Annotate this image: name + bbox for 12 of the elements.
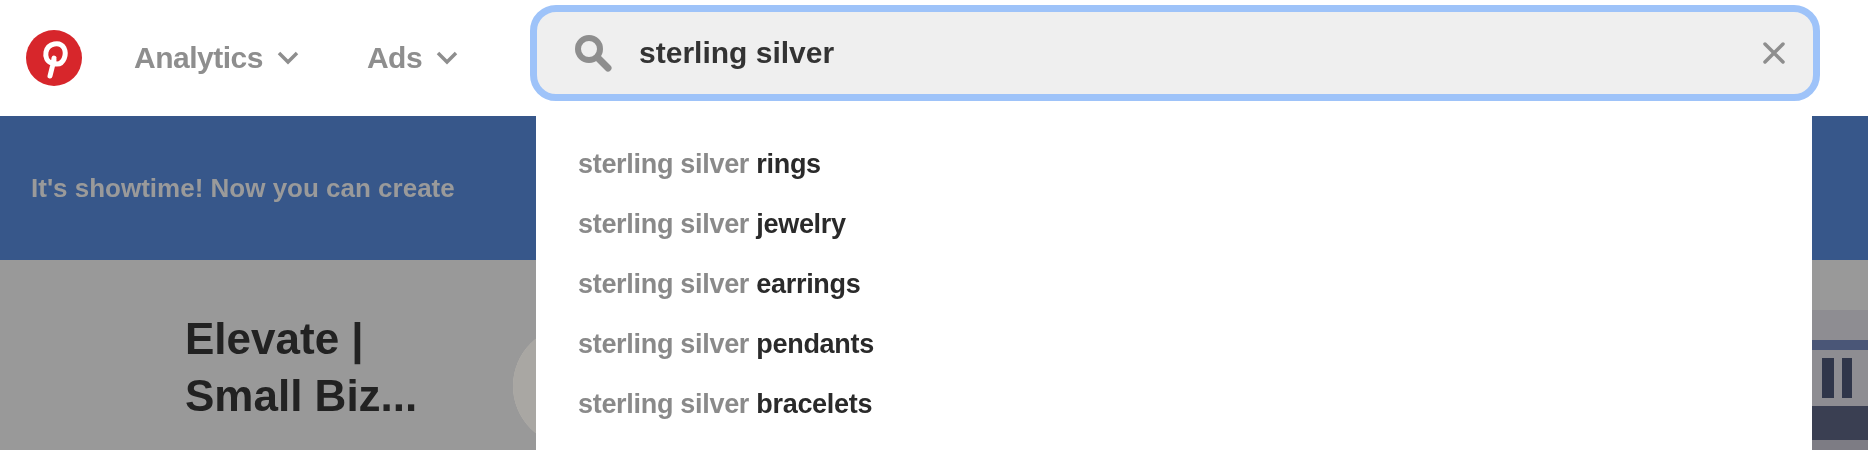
search-suggestion[interactable]: sterling silver earrings [578, 254, 1812, 314]
card-title: Elevate | Small Biz... [185, 313, 419, 423]
search-suggestion[interactable]: sterling silver bracelets [578, 374, 1812, 434]
search-bar[interactable]: sterling silver [530, 5, 1821, 101]
banner-text: It's showtime! Now you can create [31, 172, 455, 204]
pinterest-logo[interactable] [26, 30, 82, 86]
search-suggestion[interactable]: sterling silver jewelry [578, 194, 1812, 254]
search-field[interactable]: sterling silver [639, 36, 1738, 70]
search-suggestion[interactable]: sterling silver rings [578, 134, 1812, 194]
close-icon[interactable] [1763, 42, 1786, 64]
search-suggestion[interactable]: sterling silver pendants [578, 314, 1812, 374]
search-icon [573, 33, 614, 73]
